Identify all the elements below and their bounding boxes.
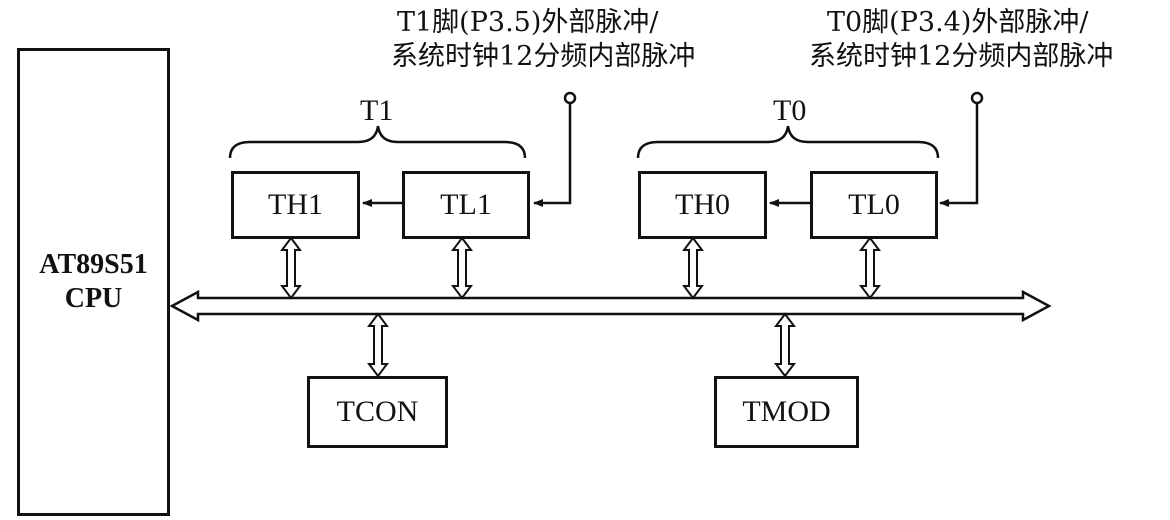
tl0-bus-link — [859, 236, 881, 300]
th1-register: TH1 — [231, 171, 360, 239]
t0-input-terminal — [970, 91, 984, 105]
th1-bus-link — [280, 236, 302, 300]
th0-bus-link — [682, 236, 704, 300]
tcon-bus-link — [367, 312, 389, 378]
t1-input-terminal — [563, 91, 577, 105]
tl0-register: TL0 — [810, 171, 938, 239]
timer-block-diagram: AT89S51 CPU T1脚(P3.5)外部脉冲/ 系统时钟12分频内部脉冲 … — [0, 0, 1170, 520]
t0-brace — [636, 125, 940, 159]
tmod-bus-link — [774, 312, 796, 378]
t1-brace — [228, 125, 527, 159]
tmod-register: TMOD — [714, 376, 859, 448]
data-bus — [169, 289, 1052, 323]
th0-register: TH0 — [638, 171, 767, 239]
tl1-register: TL1 — [402, 171, 530, 239]
t0-input-wire — [939, 103, 979, 207]
diagram-lines — [169, 91, 1052, 378]
tl1-bus-link — [451, 236, 473, 300]
tcon-register: TCON — [307, 376, 448, 448]
t1-input-wire — [533, 103, 572, 207]
